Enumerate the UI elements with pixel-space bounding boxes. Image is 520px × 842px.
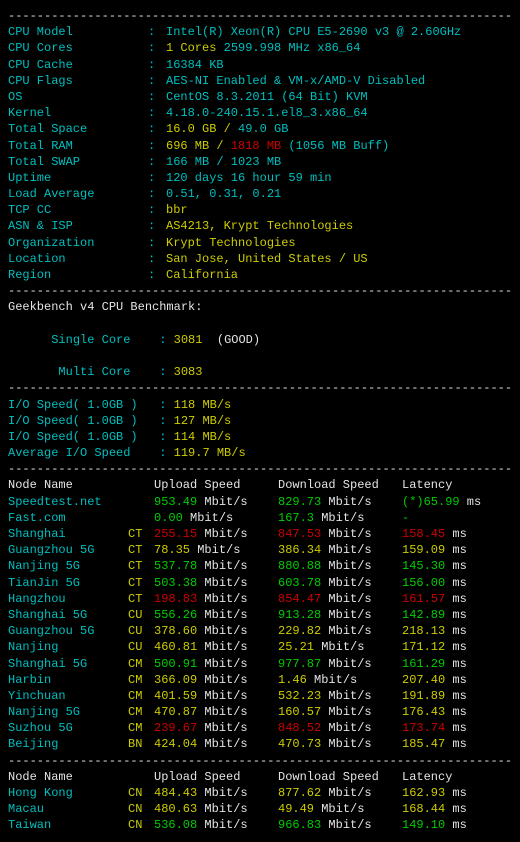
speed-row: NanjingCU460.81 Mbit/s25.21 Mbit/s171.12… [8,639,512,655]
row-total-space: Total Space: 16.0 GB / 49.0 GB [8,121,512,137]
row-cpu-cores: CPU Cores: 1 Cores 2599.998 MHz x86_64 [8,40,512,56]
speed-row: Guangzhou 5GCT78.35 Mbit/s386.34 Mbit/s1… [8,542,512,558]
row-location: Location: San Jose, United States / US [8,251,512,267]
speed-row: HarbinCM366.09 Mbit/s1.46 Mbit/s207.40 m… [8,672,512,688]
geekbench-multi: Multi Core : 3083 [8,348,512,380]
speed-row: MacauCN480.63 Mbit/s49.49 Mbit/s168.44 m… [8,801,512,817]
speed-row: Hong KongCN484.43 Mbit/s877.62 Mbit/s162… [8,785,512,801]
row-cpu-flags: CPU Flags: AES-NI Enabled & VM-x/AMD-V D… [8,73,512,89]
speed-row: Shanghai 5GCM500.91 Mbit/s977.87 Mbit/s1… [8,656,512,672]
row-os: OS: CentOS 8.3.2011 (64 Bit) KVM [8,89,512,105]
divider: ----------------------------------------… [8,380,512,396]
speed-row: BeijingBN424.04 Mbit/s470.73 Mbit/s185.4… [8,736,512,752]
speed-row: TaiwanCN536.08 Mbit/s966.83 Mbit/s149.10… [8,817,512,833]
speed-row: Speedtest.net953.49 Mbit/s829.73 Mbit/s(… [8,494,512,510]
speed-row: Suzhou 5GCM239.67 Mbit/s848.52 Mbit/s173… [8,720,512,736]
speed-table-header-2: Node NameUpload SpeedDownload SpeedLaten… [8,769,512,785]
io-1: I/O Speed( 1.0GB ) : 118 MB/s [8,397,512,413]
row-total-swap: Total SWAP: 166 MB / 1023 MB [8,154,512,170]
divider: ----------------------------------------… [8,461,512,477]
io-avg: Average I/O Speed : 119.7 MB/s [8,445,512,461]
speed-table-2: Hong KongCN484.43 Mbit/s877.62 Mbit/s162… [8,785,512,834]
speed-row: TianJin 5GCT503.38 Mbit/s603.78 Mbit/s15… [8,575,512,591]
io-2: I/O Speed( 1.0GB ) : 127 MB/s [8,413,512,429]
row-organization: Organization: Krypt Technologies [8,235,512,251]
divider: ----------------------------------------… [8,753,512,769]
row-cpu-model: CPU Model: Intel(R) Xeon(R) CPU E5-2690 … [8,24,512,40]
geekbench-single: Single Core : 3081 (GOOD) [8,316,512,348]
speed-table-1: Speedtest.net953.49 Mbit/s829.73 Mbit/s(… [8,494,512,753]
row-uptime: Uptime: 120 days 16 hour 59 min [8,170,512,186]
speed-row: ShanghaiCT255.15 Mbit/s847.53 Mbit/s158.… [8,526,512,542]
speed-row: Nanjing 5GCT537.78 Mbit/s880.88 Mbit/s14… [8,558,512,574]
divider: ----------------------------------------… [8,283,512,299]
row-load-average: Load Average: 0.51, 0.31, 0.21 [8,186,512,202]
row-tcp-cc: TCP CC: bbr [8,202,512,218]
speed-row: Shanghai 5GCU556.26 Mbit/s913.28 Mbit/s1… [8,607,512,623]
speed-row: HangzhouCT198.83 Mbit/s854.47 Mbit/s161.… [8,591,512,607]
row-asn-isp: ASN & ISP: AS4213, Krypt Technologies [8,218,512,234]
row-region: Region: California [8,267,512,283]
speed-row: Fast.com0.00 Mbit/s167.3 Mbit/s- [8,510,512,526]
row-kernel: Kernel: 4.18.0-240.15.1.el8_3.x86_64 [8,105,512,121]
speed-row: YinchuanCM401.59 Mbit/s532.23 Mbit/s191.… [8,688,512,704]
speed-row: Guangzhou 5GCU378.60 Mbit/s229.82 Mbit/s… [8,623,512,639]
divider: ----------------------------------------… [8,8,512,24]
io-3: I/O Speed( 1.0GB ) : 114 MB/s [8,429,512,445]
speed-row: Nanjing 5GCM470.87 Mbit/s160.57 Mbit/s17… [8,704,512,720]
geekbench-title: Geekbench v4 CPU Benchmark: [8,299,512,315]
speed-table-header: Node NameUpload SpeedDownload SpeedLaten… [8,477,512,493]
row-total-ram: Total RAM: 696 MB / 1818 MB (1056 MB Buf… [8,138,512,154]
row-cpu-cache: CPU Cache: 16384 KB [8,57,512,73]
